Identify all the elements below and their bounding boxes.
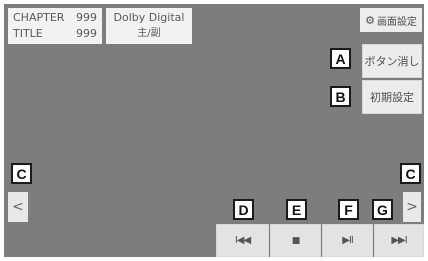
title-value: 999: [76, 27, 97, 40]
callout-f: F: [338, 199, 359, 220]
chevron-right-icon: >: [406, 199, 418, 215]
stop-button[interactable]: ■: [270, 224, 321, 257]
previous-chapter-button[interactable]: I◀◀: [216, 224, 269, 257]
play-pause-button[interactable]: ▶II: [322, 224, 373, 257]
previous-page-button[interactable]: <: [8, 192, 28, 222]
callout-g: G: [372, 199, 393, 220]
chapter-row: CHAPTER 999: [8, 10, 102, 26]
play-pause-icon: ▶II: [342, 235, 354, 246]
title-row: TITLE 999: [8, 26, 102, 42]
chapter-title-info: CHAPTER 999 TITLE 999: [8, 8, 102, 44]
callout-c-right: C: [400, 163, 421, 184]
screen: CHAPTER 999 TITLE 999 Dolby Digital 主/副 …: [4, 4, 424, 257]
audio-channel: 主/副: [137, 28, 161, 39]
skip-back-icon: I◀◀: [234, 235, 251, 246]
chapter-label: CHAPTER: [13, 11, 65, 24]
callout-b: B: [330, 86, 351, 107]
screen-settings-label: 画面設定: [376, 16, 417, 28]
callout-e: E: [286, 199, 307, 220]
callout-a: A: [330, 48, 351, 69]
hide-buttons-button[interactable]: ボタン消し: [362, 44, 422, 78]
initial-settings-label: 初期設定: [370, 91, 414, 104]
next-page-button[interactable]: >: [403, 192, 421, 222]
gear-icon: ⚙: [365, 13, 375, 27]
audio-format: Dolby Digital: [113, 11, 185, 24]
title-label: TITLE: [13, 27, 43, 40]
stop-icon: ■: [291, 235, 300, 246]
screen-settings-button[interactable]: ⚙ 画面設定: [360, 8, 422, 32]
chapter-value: 999: [76, 11, 97, 24]
hide-buttons-label: ボタン消し: [364, 55, 420, 68]
next-chapter-button[interactable]: ▶▶I: [374, 224, 424, 257]
skip-forward-icon: ▶▶I: [391, 235, 407, 246]
chevron-left-icon: <: [12, 199, 24, 215]
callout-d: D: [233, 199, 254, 220]
callout-c-left: C: [11, 163, 32, 184]
initial-settings-button[interactable]: 初期設定: [362, 80, 422, 114]
audio-info: Dolby Digital 主/副: [106, 8, 192, 44]
